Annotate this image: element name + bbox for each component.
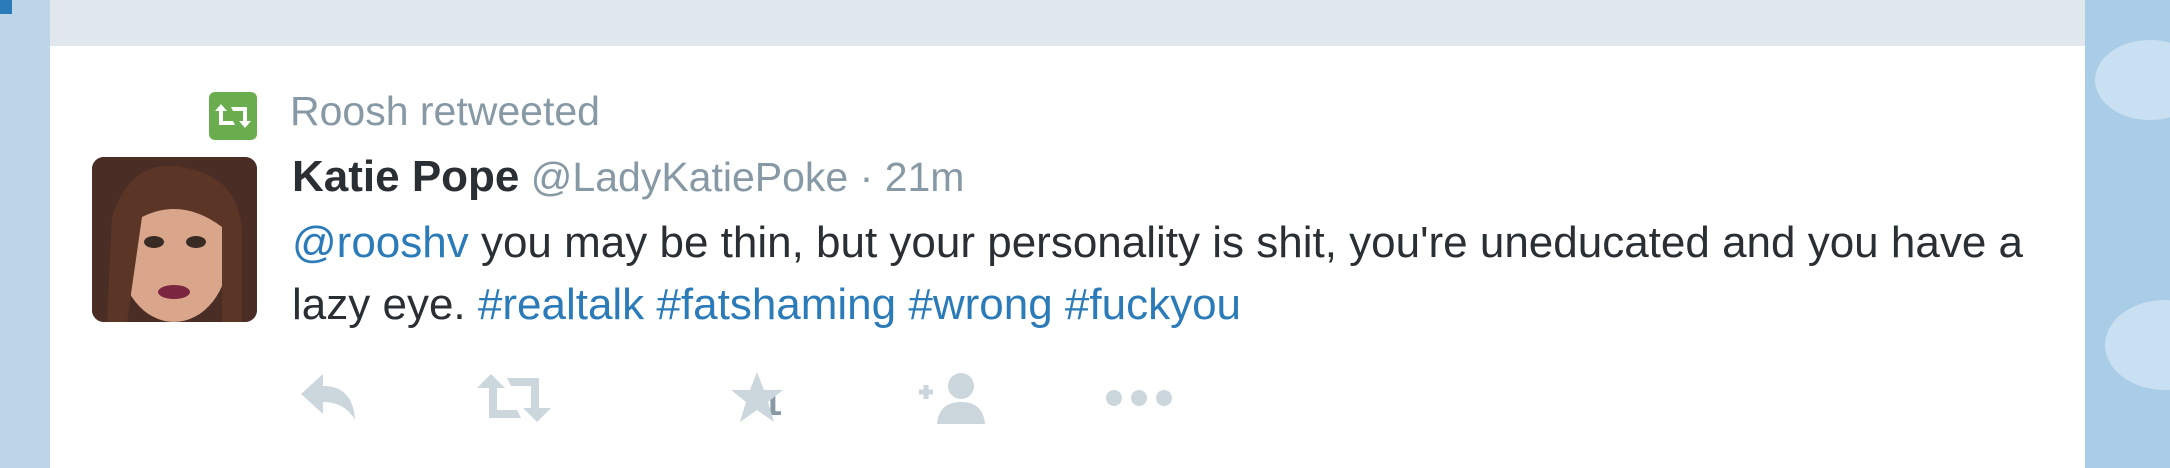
more-dots-icon <box>1106 390 1172 406</box>
follow-user-icon <box>919 373 985 424</box>
reply-button[interactable] <box>297 370 359 431</box>
hashtag-link[interactable]: #realtalk <box>478 280 644 329</box>
reply-icon <box>301 374 355 420</box>
separator-dot: · <box>859 154 874 200</box>
more-button[interactable] <box>1104 370 1174 431</box>
retweet-icon <box>477 374 551 422</box>
timestamp[interactable]: 21m <box>885 154 965 200</box>
star-icon <box>731 372 783 422</box>
timeline-separator <box>50 0 2085 46</box>
retweet-icon <box>215 104 251 128</box>
retweet-badge <box>209 92 257 140</box>
avatar[interactable] <box>92 157 257 322</box>
display-name[interactable]: Katie Pope <box>292 152 519 201</box>
retweet-button[interactable]: 1 <box>477 370 782 431</box>
tweet-text: @rooshv you may be thin, but your person… <box>292 212 2072 336</box>
favorite-button[interactable] <box>729 370 785 431</box>
hashtag-link[interactable]: #wrong <box>908 280 1052 329</box>
page-accent <box>0 0 12 14</box>
hashtag-link[interactable]: #fatshaming <box>656 280 896 329</box>
page-background-left <box>0 0 50 468</box>
tweet-header: Katie Pope @LadyKatiePoke · 21m <box>292 152 964 202</box>
page-background-right <box>2085 0 2170 468</box>
user-handle[interactable]: @LadyKatiePoke <box>531 154 848 200</box>
hashtag-link[interactable]: #fuckyou <box>1065 280 1241 329</box>
follow-button[interactable] <box>917 370 989 431</box>
retweet-context-label: Roosh retweeted <box>290 88 600 134</box>
mention-link[interactable]: @rooshv <box>292 218 469 267</box>
